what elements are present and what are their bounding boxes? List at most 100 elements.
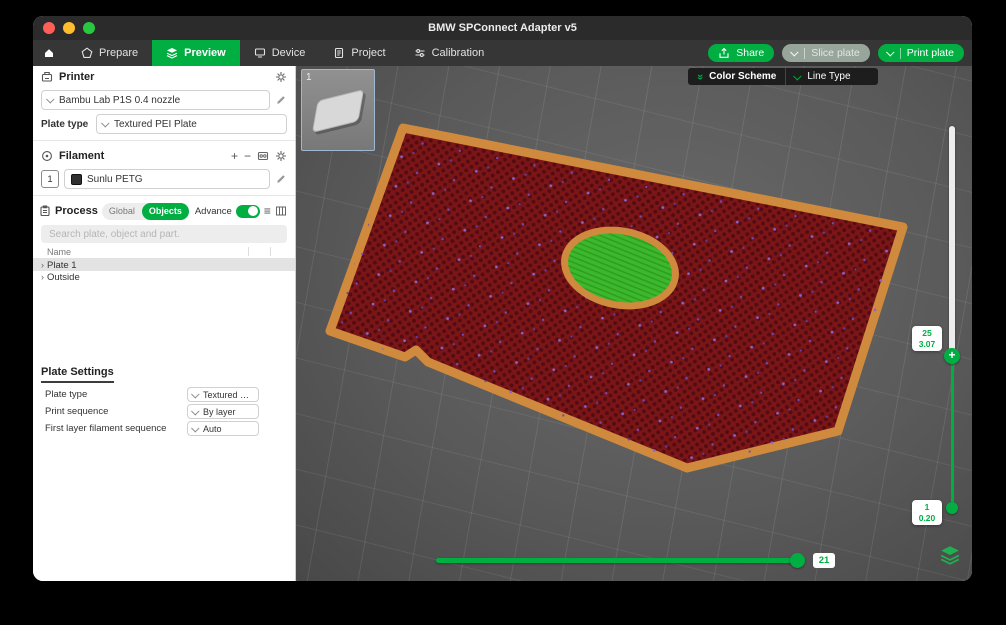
layers-stack-icon[interactable] [939, 544, 961, 566]
move-step-slider[interactable]: 21 [436, 553, 846, 568]
traffic-lights [33, 22, 95, 34]
color-scheme-button[interactable]: » Color Scheme [688, 68, 786, 85]
process-objects-tab[interactable]: Objects [141, 202, 189, 220]
tree-item-label: Plate 1 [47, 259, 77, 271]
tab-actions: Share Slice plate Print plate [708, 44, 964, 62]
expand-caret-icon[interactable]: › [41, 260, 44, 270]
titlebar: BMW SPConnect Adapter v5 [33, 16, 972, 40]
object-tree-header: Name [33, 245, 295, 259]
filament-select-value: Sunlu PETG [87, 173, 143, 185]
printer-gear-icon[interactable] [275, 71, 287, 83]
project-icon [335, 47, 344, 59]
color-scheme-bar: » Color Scheme Line Type [688, 68, 879, 85]
slice-plate-label: Slice plate [811, 47, 860, 59]
process-global-tab[interactable]: Global [102, 203, 142, 220]
share-button[interactable]: Share [708, 44, 775, 62]
home-icon [45, 49, 53, 57]
tab-label: Device [271, 47, 306, 59]
setting-label: First layer filament sequence [45, 423, 167, 434]
printer-select-value: Bambu Lab P1S 0.4 nozzle [59, 94, 181, 106]
line-type-dropdown[interactable]: Line Type [785, 68, 879, 85]
minimize-button[interactable] [63, 22, 75, 34]
layer-slider-top-handle[interactable]: + [944, 348, 960, 364]
window-title: BMW SPConnect Adapter v5 [428, 22, 577, 34]
tab-project[interactable]: Project [319, 40, 399, 66]
filament-slot-number[interactable]: 1 [41, 170, 59, 188]
remove-filament-button[interactable]: − [244, 150, 251, 162]
setting-label: Plate type [45, 389, 88, 400]
chevron-down-icon[interactable] [885, 48, 895, 57]
params-view-icon[interactable] [275, 205, 287, 217]
button-divider [899, 47, 901, 59]
section-divider [33, 140, 295, 141]
plate-type-select[interactable]: Textured PEI Plate [96, 114, 287, 134]
ps-first-layer-filament-select[interactable]: Auto [187, 421, 259, 436]
tree-item-outside[interactable]: › Outside [33, 271, 295, 283]
plate-type-label: Plate type [41, 118, 89, 130]
top-layer-height: 3.07 [918, 338, 936, 349]
print-plate-label: Print plate [906, 47, 954, 59]
fullscreen-button[interactable] [83, 22, 95, 34]
home-button[interactable] [33, 40, 67, 66]
filament-spool-icon [42, 151, 52, 161]
filament-gear-icon[interactable] [275, 150, 287, 162]
printer-select[interactable]: Bambu Lab P1S 0.4 nozzle [41, 90, 270, 110]
chevron-down-icon [191, 389, 200, 399]
plate-settings-row: Plate type Textured PEI ... [33, 386, 295, 403]
chevron-down-icon [101, 119, 110, 128]
chevron-down-icon[interactable] [790, 48, 799, 57]
chevron-down-icon [46, 95, 55, 104]
name-column-header: Name [47, 246, 72, 257]
advance-label: Advance [194, 205, 232, 217]
tab-calibration[interactable]: Calibration [400, 40, 499, 66]
tab-device[interactable]: Device [240, 40, 320, 66]
setting-label: Print sequence [45, 406, 109, 417]
tab-prepare[interactable]: Prepare [67, 40, 152, 66]
plate-settings-row: First layer filament sequence Auto [33, 420, 295, 437]
print-plate-button[interactable]: Print plate [877, 44, 964, 62]
filament-edit-icon[interactable] [275, 173, 287, 185]
advance-toggle[interactable] [235, 204, 260, 218]
filament-select[interactable]: Sunlu PETG [64, 169, 270, 189]
tab-label: Calibration [431, 47, 485, 59]
tab-label: Preview [184, 47, 226, 59]
printer-edit-icon[interactable] [275, 94, 287, 106]
ps-print-sequence-select[interactable]: By layer [187, 404, 259, 419]
setting-value: Auto [203, 423, 222, 434]
layer-range-slider[interactable]: + 25 3.07 1 0.20 [912, 126, 960, 526]
tab-preview[interactable]: Preview [152, 40, 240, 66]
setting-value: Textured PEI ... [203, 389, 253, 400]
layer-slider-bottom-handle[interactable] [946, 502, 958, 514]
device-icon [254, 48, 265, 58]
bottom-layer-badge: 1 0.20 [912, 500, 942, 526]
tree-item-plate-1[interactable]: › Plate 1 [33, 259, 295, 271]
plate-thumbnail[interactable]: 1 [301, 69, 375, 151]
expand-caret-icon[interactable]: › [41, 272, 44, 282]
move-slider-track[interactable] [436, 558, 798, 563]
slice-plate-button[interactable]: Slice plate [782, 44, 870, 62]
prepare-icon [81, 47, 93, 58]
printer-icon [41, 71, 53, 82]
viewport-3d[interactable]: 1 » Color Scheme Line Type + 25 3.07 1 0… [296, 66, 972, 581]
plate-type-row: Plate type Textured PEI Plate [33, 112, 295, 136]
color-scheme-label: Color Scheme [709, 71, 777, 82]
layer-slider-fill [950, 362, 954, 506]
top-layer-number: 25 [922, 328, 932, 338]
ps-plate-type-select[interactable]: Textured PEI ... [187, 387, 259, 402]
process-icon [40, 205, 50, 217]
column-divider [270, 247, 271, 256]
list-view-icon[interactable]: ≡ [264, 205, 271, 217]
ams-icon[interactable] [257, 150, 269, 162]
layer-slider-track[interactable] [949, 126, 955, 354]
process-section-title: Process [55, 205, 98, 217]
printer-section-header: Printer [33, 66, 295, 88]
sliced-model-scene[interactable] [296, 66, 972, 581]
move-slider-handle[interactable] [790, 553, 805, 568]
search-input[interactable] [41, 225, 287, 243]
calibration-icon [415, 49, 425, 57]
add-filament-button[interactable]: + [231, 150, 238, 162]
double-chevron-icon: » [694, 73, 707, 80]
close-button[interactable] [43, 22, 55, 34]
move-step-badge: 21 [813, 553, 835, 568]
bottom-layer-number: 1 [924, 502, 930, 512]
